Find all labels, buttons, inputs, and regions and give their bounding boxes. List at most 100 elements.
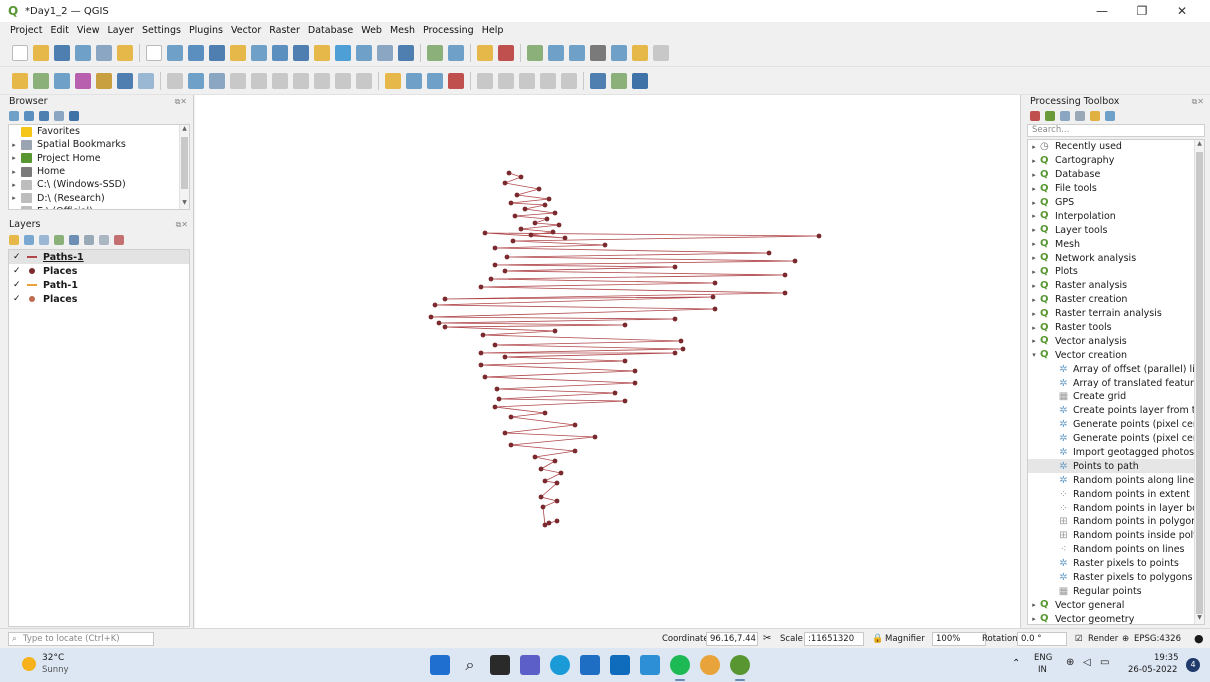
toolbox-algorithm[interactable]: ✲ Generate points (pixel centr... (1028, 432, 1204, 446)
digitize-tool-17-icon[interactable] (356, 72, 372, 89)
chevron-right-icon[interactable]: ▸ (1028, 337, 1040, 345)
menu-vector[interactable]: Vector (231, 25, 261, 36)
refresh-icon[interactable] (24, 111, 34, 121)
locator-search-input[interactable]: ⌕ Type to locate (Ctrl+K) (8, 632, 154, 646)
new-print-layout-icon[interactable] (75, 44, 91, 61)
toolbox-category[interactable]: ▸ Q Raster creation (1028, 293, 1204, 307)
store-icon[interactable] (580, 655, 600, 675)
digitize-tool-28-icon[interactable] (611, 72, 627, 89)
digitize-tool-25-icon[interactable] (540, 72, 556, 89)
crs-button[interactable]: EPSG:4326 (1134, 632, 1181, 646)
chevron-right-icon[interactable]: ▸ (1028, 601, 1040, 609)
digitize-tool-7-icon[interactable] (138, 72, 154, 89)
results-icon[interactable] (1075, 111, 1085, 121)
chevron-right-icon[interactable]: ▸ (1028, 296, 1040, 304)
show-bookmarks-icon[interactable] (377, 44, 393, 61)
pan-map-icon[interactable] (146, 44, 162, 61)
messages-icon[interactable]: ● (1194, 632, 1204, 646)
pan-to-selection-icon[interactable] (167, 44, 183, 61)
toolbox-category[interactable]: ▸ Q Vector general (1028, 598, 1204, 612)
toolbox-category[interactable]: ▸ Q GPS (1028, 196, 1204, 210)
browser-item[interactable]: ▸ Spatial Bookmarks (9, 138, 189, 151)
close-button[interactable]: ✕ (1162, 0, 1202, 22)
digitize-tool-2-icon[interactable] (33, 72, 49, 89)
toolbox-category[interactable]: ▸ Q Network analysis (1028, 251, 1204, 265)
digitize-tool-13-icon[interactable] (272, 72, 288, 89)
digitize-tool-18-icon[interactable] (385, 72, 401, 89)
refresh-icon[interactable] (427, 44, 443, 61)
toolbox-algorithm[interactable]: ✲ Points to path (1028, 459, 1204, 474)
toolbox-algorithm[interactable]: ✲ Raster pixels to points (1028, 557, 1204, 571)
scripts-icon[interactable] (1045, 111, 1055, 121)
zoom-to-selection-icon[interactable] (251, 44, 267, 61)
teams-icon[interactable] (520, 655, 540, 675)
search-icon[interactable]: ⌕ (460, 655, 480, 675)
chevron-right-icon[interactable]: ▸ (1028, 226, 1040, 234)
toolbox-algorithm[interactable]: ⊞ Random points in polygons (1028, 515, 1204, 529)
digitize-tool-14-icon[interactable] (293, 72, 309, 89)
toolbox-category[interactable]: ▸ Q Mesh (1028, 237, 1204, 251)
layer-item[interactable]: ✓ Path-1 (9, 278, 189, 292)
toggle-extents-icon[interactable]: ✂ (763, 632, 771, 646)
chevron-right-icon[interactable]: ▸ (1028, 282, 1040, 290)
statistical-summary-icon[interactable] (527, 44, 543, 61)
zoom-full-icon[interactable] (230, 44, 246, 61)
menu-processing[interactable]: Processing (423, 25, 474, 36)
browser-item[interactable]: ▸ E:\ (Official) (9, 205, 189, 209)
toolbox-category[interactable]: ▸ ◷ Recently used (1028, 140, 1204, 154)
expand-arrow-icon[interactable]: ▸ (9, 154, 19, 162)
digitize-tool-27-icon[interactable] (590, 72, 606, 89)
zoom-in-icon[interactable] (188, 44, 204, 61)
toolbox-category[interactable]: ▾ Q Vector creation (1028, 348, 1204, 362)
toolbox-category[interactable]: ▸ Q Plots (1028, 265, 1204, 279)
layer-visibility-checkbox[interactable]: ✓ (13, 252, 23, 262)
rotation-field[interactable]: 0.0 ° (1017, 632, 1067, 646)
toolbox-algorithm[interactable]: ✲ Generate points (pixel centr... (1028, 418, 1204, 432)
battery-icon[interactable]: ▭ (1100, 657, 1109, 668)
edge-icon[interactable] (550, 655, 570, 675)
digitize-tool-5-icon[interactable] (96, 72, 112, 89)
digitize-tool-16-icon[interactable] (335, 72, 351, 89)
identify-icon[interactable] (448, 44, 464, 61)
digitize-tool-6-icon[interactable] (117, 72, 133, 89)
toolbox-category[interactable]: ▸ Q Database (1028, 168, 1204, 182)
menu-edit[interactable]: Edit (51, 25, 69, 36)
app-l-icon[interactable] (640, 655, 660, 675)
toolbox-category[interactable]: ▸ Q File tools (1028, 182, 1204, 196)
collapse-all-icon[interactable] (99, 235, 109, 245)
chevron-right-icon[interactable]: ▸ (1028, 185, 1040, 193)
toolbox-algorithm[interactable]: ⁖ Random points on lines (1028, 543, 1204, 557)
new-project-icon[interactable] (12, 44, 28, 61)
toolbox-category[interactable]: ▸ Q Raster tools (1028, 321, 1204, 335)
digitize-tool-26-icon[interactable] (561, 72, 577, 89)
scale-field[interactable]: :11651320 (804, 632, 864, 646)
maximize-button[interactable]: ❐ (1122, 0, 1162, 22)
menu-view[interactable]: View (77, 25, 100, 36)
chevron-right-icon[interactable]: ▸ (1028, 310, 1040, 318)
map-tips-icon[interactable] (569, 44, 585, 61)
history-icon[interactable] (1060, 111, 1070, 121)
measure-icon[interactable] (548, 44, 564, 61)
toolbox-category[interactable]: ▸ Q Layer tools (1028, 223, 1204, 237)
weather-temperature[interactable]: 32°C (42, 653, 64, 663)
network-icon[interactable]: ⊕ (1066, 657, 1074, 668)
browser-item[interactable]: ▸ D:\ (Research) (9, 191, 189, 204)
expand-arrow-icon[interactable]: ▸ (9, 181, 19, 189)
chevron-up-icon[interactable]: ⌃ (1012, 658, 1020, 669)
filter-expression-icon[interactable] (69, 235, 79, 245)
browser-scrollbar[interactable]: ▲ ▼ (179, 125, 189, 209)
digitize-tool-10-icon[interactable] (209, 72, 225, 89)
toolbox-algorithm[interactable]: ✲ Create points layer from ta... (1028, 404, 1204, 418)
open-project-icon[interactable] (33, 44, 49, 61)
qgis-taskbar-icon[interactable] (730, 655, 750, 675)
python-console-icon[interactable] (632, 44, 648, 61)
digitize-tool-23-icon[interactable] (498, 72, 514, 89)
mail-icon[interactable] (610, 655, 630, 675)
minimize-button[interactable]: — (1082, 0, 1122, 22)
zoom-to-layer-icon[interactable] (272, 44, 288, 61)
clock-time[interactable]: 19:35 (1154, 653, 1179, 663)
volume-icon[interactable]: ◁ (1083, 657, 1091, 668)
chevron-down-icon[interactable]: ▾ (1028, 351, 1040, 359)
digitize-tool-9-icon[interactable] (188, 72, 204, 89)
digitize-tool-21-icon[interactable] (448, 72, 464, 89)
